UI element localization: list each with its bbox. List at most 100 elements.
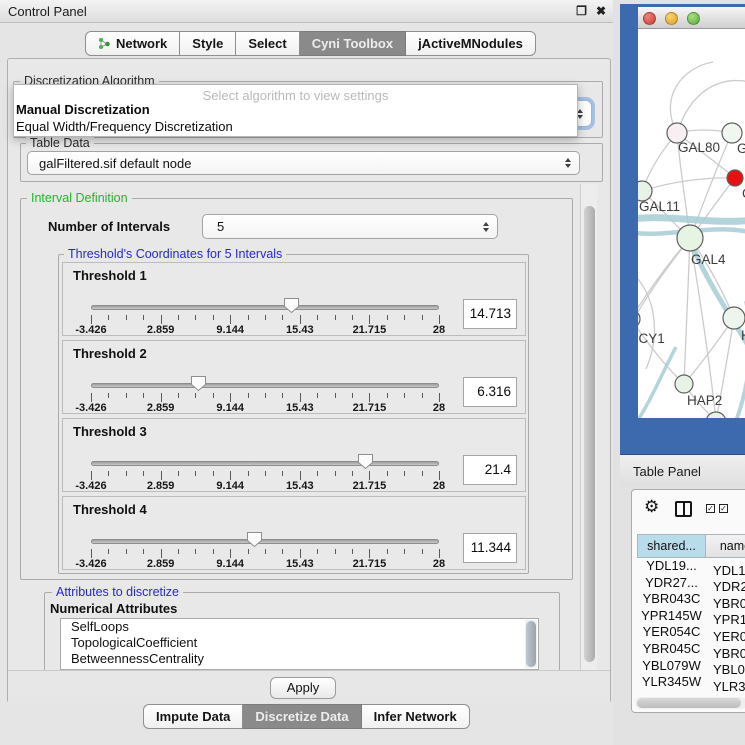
network-edge[interactable] (638, 238, 690, 319)
tab-impute-data[interactable]: Impute Data (143, 704, 243, 729)
cell-shared-name[interactable]: YPR145W (637, 608, 706, 625)
zoom-traffic-light-icon[interactable] (687, 12, 700, 25)
apply-button[interactable]: Apply (270, 677, 336, 699)
network-canvas[interactable]: GAL80GCGAL11GAL4GCY1HHAP2 (638, 29, 745, 418)
slider-scale-label: 9.144 (208, 480, 252, 492)
scrollbar-thumb[interactable] (526, 621, 536, 667)
table-row[interactable]: YBL079WYBL07 (637, 658, 745, 675)
table-row[interactable]: YER054CYER05 (637, 624, 745, 641)
threshold-slider[interactable]: -3.4262.8599.14415.4321.71528 (63, 497, 525, 569)
attribute-list-item[interactable]: TopologicalCoefficient (61, 635, 538, 651)
tick-mark (126, 471, 127, 476)
gear-icon[interactable]: ⚙ (644, 497, 659, 517)
tab-infer-network[interactable]: Infer Network (362, 704, 470, 729)
table-horizontal-scrollbar[interactable] (635, 697, 745, 709)
network-node[interactable] (706, 412, 726, 418)
cell-shared-name[interactable]: YDR27... (637, 575, 706, 592)
scrollbar-thumb[interactable] (584, 206, 595, 662)
slider-handle[interactable] (246, 531, 263, 548)
tick-mark (108, 315, 109, 320)
cell-shared-name[interactable]: YER054C (637, 624, 706, 641)
tick-mark (213, 549, 214, 554)
tab-network[interactable]: Network (85, 31, 180, 56)
tick-mark (91, 315, 92, 324)
close-traffic-light-icon[interactable] (643, 12, 656, 25)
table-row[interactable]: YDL19...YDL19 (637, 558, 745, 575)
node-label: G (737, 141, 745, 156)
tick-mark (404, 315, 405, 320)
attribute-list-item[interactable]: BetweennessCentrality (61, 651, 538, 667)
panel-vertical-scrollbar[interactable] (580, 184, 597, 670)
dropdown-item-equal-width[interactable]: Equal Width/Frequency Discretization (14, 118, 577, 135)
tick-mark (282, 549, 283, 554)
cell-shared-name[interactable]: YBL079W (637, 658, 706, 675)
network-edge[interactable] (638, 347, 676, 418)
network-node-gal11[interactable] (638, 181, 652, 201)
network-edge[interactable] (642, 178, 735, 191)
checkbox-icon[interactable]: ✓ (706, 504, 715, 513)
column-header-shared-name[interactable]: shared... (637, 534, 706, 558)
network-edge[interactable] (670, 62, 713, 133)
column-layout-icon[interactable] (675, 501, 692, 517)
network-node-gal4[interactable] (677, 225, 703, 251)
network-node-g[interactable] (722, 123, 742, 143)
threshold-value-field[interactable]: 6.316 (463, 377, 517, 407)
slider-track[interactable] (91, 383, 439, 388)
threshold-slider[interactable]: -3.4262.8599.14415.4321.71528 (63, 341, 525, 413)
checkbox-icon[interactable]: ✓ (719, 504, 728, 513)
close-panel-icon[interactable]: ✖ (596, 0, 606, 23)
threshold-slider[interactable]: -3.4262.8599.14415.4321.71528 (63, 419, 525, 491)
slider-handle[interactable] (190, 375, 207, 392)
tab-discretize-data[interactable]: Discretize Data (243, 704, 361, 729)
threshold-value-field[interactable]: 11.344 (463, 533, 517, 563)
table-row[interactable]: YDR27...YDR27 (637, 575, 745, 592)
table-row[interactable]: YBR045CYBR04 (637, 641, 745, 658)
slider-handle[interactable] (283, 297, 300, 314)
network-node-hap2[interactable] (675, 375, 693, 393)
cell-shared-name[interactable]: YBR045C (637, 641, 706, 658)
minimize-traffic-light-icon[interactable] (665, 12, 678, 25)
network-edge[interactable] (638, 238, 690, 331)
tab-jactivemnodules[interactable]: jActiveMNodules (406, 31, 536, 56)
network-window-titlebar[interactable] (638, 7, 745, 29)
tab-select[interactable]: Select (236, 31, 299, 56)
table-row[interactable]: YPR145WYPR14 (637, 608, 745, 625)
network-node-h[interactable] (723, 307, 745, 329)
threshold-value-field[interactable]: 14.713 (463, 299, 517, 329)
algorithm-dropdown-popup: Select algorithm to view settings Manual… (13, 84, 578, 137)
number-of-intervals-combobox[interactable]: 5 (202, 214, 498, 239)
tick-mark (195, 471, 196, 476)
slider-scale-label: 28 (417, 402, 461, 414)
attribute-list-item[interactable]: SelfLoops (61, 619, 538, 635)
table-row[interactable]: YLR345WYLR34 (637, 674, 745, 691)
node-label: HAP2 (687, 393, 722, 408)
threshold-value-field[interactable]: 21.4 (463, 455, 517, 485)
tick-mark (317, 393, 318, 398)
slider-track[interactable] (91, 305, 439, 310)
scrollbar-thumb[interactable] (637, 698, 741, 708)
column-header-name[interactable]: name (706, 534, 745, 558)
tab-style[interactable]: Style (180, 31, 236, 56)
cell-shared-name[interactable]: YBR043C (637, 591, 706, 608)
slider-scale-label: -3.426 (69, 402, 113, 414)
tab-cyni-toolbox[interactable]: Cyni Toolbox (300, 31, 406, 56)
cell-shared-name[interactable]: YIL052C (637, 691, 706, 694)
table-data-combobox[interactable]: galFiltered.sif default node (27, 151, 580, 175)
threshold-slider[interactable]: -3.4262.8599.14415.4321.71528 (63, 263, 525, 335)
numerical-attributes-list[interactable]: SelfLoopsTopologicalCoefficientBetweenne… (60, 618, 539, 670)
network-edge[interactable] (684, 238, 690, 384)
table-row[interactable]: YIL052CYIL05 (637, 691, 745, 694)
network-edge[interactable] (638, 218, 745, 222)
table-row[interactable]: YBR043CYBR04 (637, 591, 745, 608)
dropdown-item-manual-discretization[interactable]: Manual Discretization (14, 101, 577, 118)
cell-shared-name[interactable]: YDL19... (637, 558, 706, 575)
network-edge[interactable] (684, 318, 734, 384)
slider-handle[interactable] (357, 453, 374, 470)
float-window-icon[interactable]: ❐ (576, 0, 587, 23)
network-node-c[interactable] (727, 170, 743, 186)
slider-track[interactable] (91, 461, 439, 466)
attributes-list-scrollbar[interactable] (525, 620, 537, 668)
cell-shared-name[interactable]: YLR345W (637, 674, 706, 691)
slider-track[interactable] (91, 539, 439, 544)
dropdown-hint-item[interactable]: Select algorithm to view settings (14, 85, 577, 101)
